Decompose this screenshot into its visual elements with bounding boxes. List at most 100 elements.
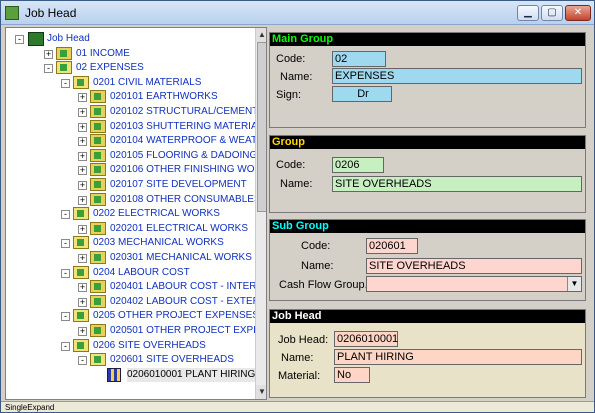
expand-icon[interactable]: +	[78, 151, 87, 161]
tree-node-label: 0206010001 PLANT HIRING	[127, 367, 256, 382]
collapse-icon[interactable]: -	[61, 312, 70, 322]
folder-icon	[90, 294, 106, 308]
tree-node[interactable]: +020105 FLOORING & DADOING	[6, 148, 257, 163]
title-bar[interactable]: Job Head ▁ ▢ ✕	[1, 1, 594, 25]
folder-open-icon	[73, 309, 89, 323]
tree-node[interactable]: - 02 EXPENSES	[6, 61, 251, 75]
expand-icon[interactable]: +	[44, 49, 53, 59]
expand-icon[interactable]: +	[78, 93, 87, 103]
job-head-name-label: Name:	[281, 352, 314, 364]
tree-node[interactable]: - 020601 SITE OVERHEADS	[6, 353, 251, 367]
collapse-icon[interactable]: -	[44, 64, 53, 74]
folder-mark	[94, 283, 101, 291]
folder-mark	[94, 195, 101, 203]
folder-mark	[60, 64, 67, 72]
tree-node[interactable]: +01 INCOME	[6, 46, 251, 61]
status-text: SingleExpand	[5, 403, 55, 412]
tree-node[interactable]: +020501 OTHER PROJECT EXPENSES	[6, 324, 266, 338]
tree-node-label: 020104 WATERPROOF & WEATHERPI	[110, 135, 266, 147]
sub-group-name-field[interactable]: SITE OVERHEADS	[366, 258, 582, 274]
folder-mark	[94, 151, 101, 159]
minimize-button[interactable]: ▁	[517, 5, 539, 21]
group-code-field[interactable]: 0206	[332, 157, 384, 173]
tree-node[interactable]: - 0202 ELECTRICAL WORKS	[6, 207, 251, 221]
collapse-icon[interactable]: -	[61, 341, 70, 351]
material-field[interactable]: No	[334, 367, 370, 383]
collapse-icon[interactable]: -	[61, 239, 70, 249]
tree-node[interactable]: +020107 SITE DEVELOPMENT	[6, 178, 251, 192]
tree-node-label: 020102 STRUCTURAL/CEMENTITOUS	[110, 106, 266, 117]
expand-icon[interactable]: +	[78, 224, 87, 234]
expand-icon[interactable]: +	[78, 166, 87, 176]
collapse-icon[interactable]: -	[15, 35, 24, 44]
sub-group-name-label: Name:	[301, 260, 334, 272]
scroll-thumb[interactable]	[257, 42, 266, 212]
job-head-code-field[interactable]: 0206010001	[334, 331, 398, 347]
tree-node[interactable]: - 0203 MECHANICAL WORKS	[6, 236, 251, 250]
job-head-name-field[interactable]: PLANT HIRING	[334, 349, 582, 365]
scroll-up-icon[interactable]: ▲	[256, 28, 266, 42]
expand-icon[interactable]: +	[78, 327, 87, 336]
tree-node[interactable]: +020106 OTHER FINISHING WORKS	[6, 163, 266, 177]
tree-leaf-node[interactable]: 0206010001 PLANT HIRING	[6, 367, 256, 382]
expand-icon[interactable]: +	[78, 195, 87, 205]
folder-icon	[90, 90, 106, 104]
collapse-icon[interactable]: -	[61, 268, 70, 278]
tree-node[interactable]: +020103 SHUTTERING MATERIALS	[6, 119, 266, 134]
tree-node-label: 020201 ELECTRICAL WORKS	[110, 222, 249, 234]
maximize-button[interactable]: ▢	[541, 5, 563, 21]
tree-node[interactable]: - 0201 CIVIL MATERIALS	[6, 75, 251, 90]
main-group-sign-field[interactable]: Dr	[332, 86, 392, 102]
tree-node[interactable]: +020101 EARTHWORKS	[6, 90, 251, 104]
tree-node[interactable]: +020402 LABOUR COST - EXTERNAL	[6, 294, 266, 309]
collapse-icon[interactable]: -	[61, 78, 70, 88]
collapse-icon[interactable]: -	[78, 356, 87, 366]
main-group-code-label: Code:	[276, 53, 306, 65]
tree-node[interactable]: - 0205 OTHER PROJECT EXPENSES	[6, 309, 259, 323]
main-group-name-field[interactable]: EXPENSES	[332, 68, 582, 84]
tree-node[interactable]: +020301 MECHANICAL WORKS	[6, 251, 252, 265]
folder-icon	[90, 192, 106, 206]
tree-node[interactable]: - 0206 SITE OVERHEADS	[6, 338, 251, 353]
tree-node[interactable]: +020108 OTHER CONSUMABLES	[6, 192, 261, 207]
expand-icon[interactable]: +	[78, 283, 87, 293]
expand-icon[interactable]: +	[78, 181, 87, 190]
tree-scrollbar[interactable]: ▲ ▼	[255, 28, 266, 399]
tree-node[interactable]: +020201 ELECTRICAL WORKS	[6, 221, 251, 236]
expand-icon[interactable]: +	[78, 297, 87, 307]
tree-node-label: 0203 MECHANICAL WORKS	[93, 237, 224, 249]
folder-icon	[90, 105, 106, 118]
folder-icon	[90, 251, 106, 264]
main-group-code-field[interactable]: 02	[332, 51, 386, 67]
tree-node[interactable]: +020102 STRUCTURAL/CEMENTITOUS	[6, 105, 266, 119]
tree-node-label: 020402 LABOUR COST - EXTERNAL	[110, 295, 267, 307]
expand-icon[interactable]: +	[78, 122, 87, 132]
folder-icon	[90, 119, 106, 133]
expand-icon[interactable]: +	[78, 137, 87, 147]
folder-icon	[90, 134, 106, 148]
job-head-window: Job Head ▁ ▢ ✕ Job Head - +01 INCOME -02 EX…	[0, 0, 595, 413]
collapse-icon[interactable]: -	[61, 210, 70, 220]
tree-root-node[interactable]: Job Head -	[6, 32, 251, 46]
cash-flow-group-select[interactable]: ▼	[366, 276, 582, 292]
tree-node-label: 020501 OTHER PROJECT EXPENSES	[110, 325, 266, 336]
scroll-down-icon[interactable]: ▼	[256, 385, 266, 399]
job-head-tree[interactable]: Job Head - +01 INCOME -02 EXPENSES -0201 CIV…	[5, 27, 267, 400]
folder-mark	[77, 239, 84, 247]
expand-icon[interactable]: +	[78, 108, 87, 117]
chevron-down-icon[interactable]: ▼	[567, 277, 581, 291]
group-name-field[interactable]: SITE OVERHEADS	[332, 176, 582, 192]
folder-icon	[90, 324, 106, 337]
close-button[interactable]: ✕	[565, 5, 591, 21]
tree-node[interactable]: +020104 WATERPROOF & WEATHERPI	[6, 134, 266, 148]
expand-icon[interactable]: +	[78, 254, 87, 263]
folder-icon	[90, 221, 106, 235]
tree-node[interactable]: +020401 LABOUR COST - INTERNAL	[6, 280, 266, 294]
sub-group-code-field[interactable]: 020601	[366, 238, 418, 254]
cash-flow-group-label: Cash Flow Group.:	[279, 279, 371, 291]
tree-node-label: 020301 MECHANICAL WORKS	[110, 252, 252, 263]
main-group-sign-label: Sign:	[276, 89, 302, 101]
folder-mark	[77, 78, 84, 86]
folder-open-icon	[73, 207, 89, 221]
tree-node[interactable]: - 0204 LABOUR COST	[6, 265, 251, 280]
